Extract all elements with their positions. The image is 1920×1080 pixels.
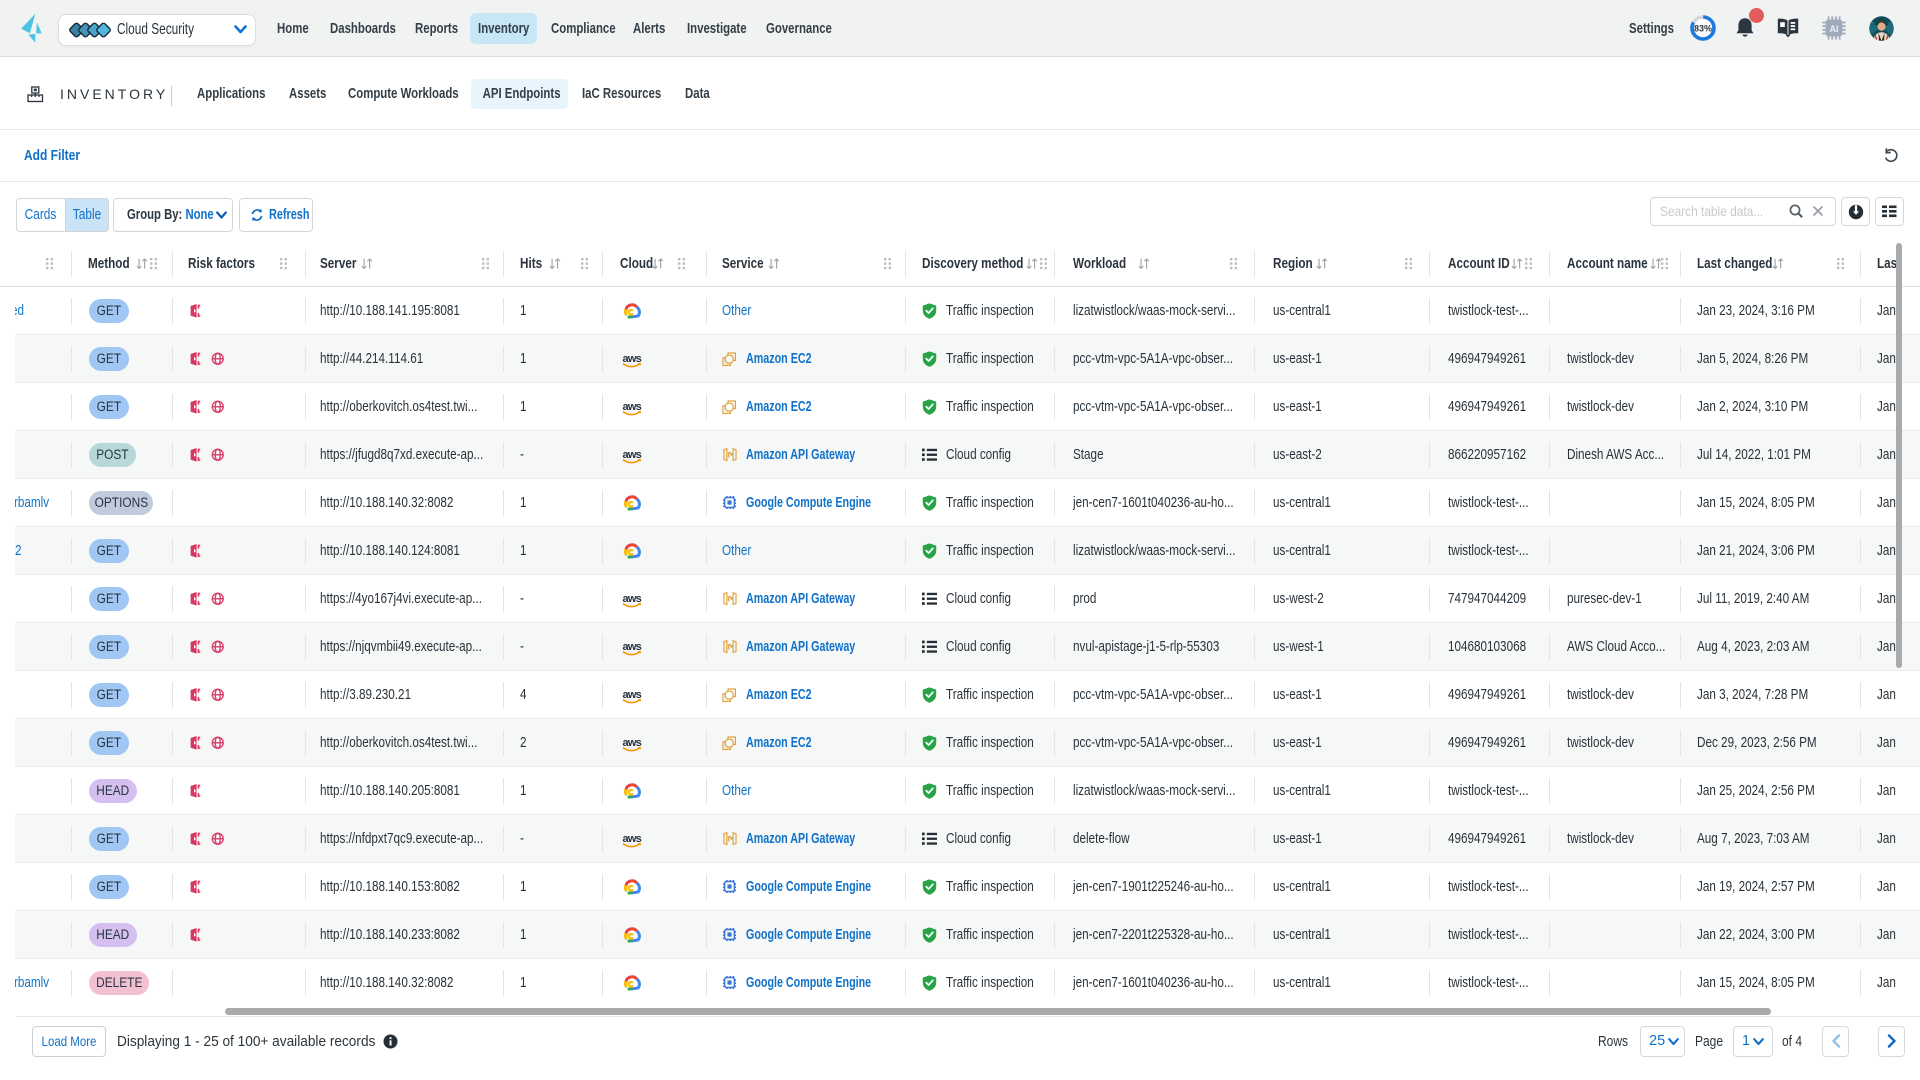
svg-text:83%: 83% <box>1694 24 1712 34</box>
svg-text:AI: AI <box>1830 24 1839 34</box>
svg-text:aws: aws <box>623 593 642 605</box>
svg-text:aws: aws <box>623 401 642 413</box>
svg-text:aws: aws <box>623 737 642 749</box>
svg-text:aws: aws <box>623 353 642 365</box>
svg-text:aws: aws <box>623 689 642 701</box>
svg-text:aws: aws <box>623 449 642 461</box>
svg-text:aws: aws <box>623 833 642 845</box>
svg-text:aws: aws <box>623 641 642 653</box>
